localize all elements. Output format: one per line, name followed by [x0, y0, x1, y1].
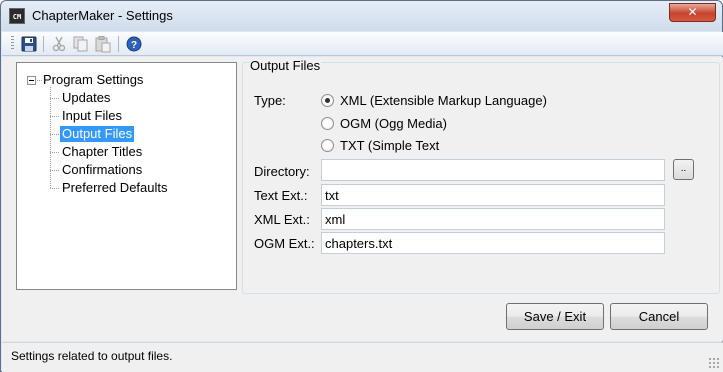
text-ext-label: Text Ext.: [254, 188, 308, 203]
app-icon: CM [9, 8, 25, 24]
status-bar: Settings related to output files. [2, 342, 723, 372]
tree-item-preferred-defaults[interactable]: Preferred Defaults [62, 180, 168, 196]
resize-grip-icon[interactable] [708, 357, 720, 369]
ogm-ext-input[interactable]: chapters.txt [321, 232, 665, 254]
toolbar-separator [43, 36, 44, 52]
tree-item-program-settings[interactable]: Program Settings [43, 72, 143, 88]
tree-item-updates[interactable]: Updates [62, 90, 110, 106]
settings-content: Program Settings Updates Input Files Out… [2, 57, 723, 341]
save-exit-button[interactable]: Save / Exit [506, 303, 604, 330]
tree-item-input-files[interactable]: Input Files [62, 108, 122, 124]
radio-xml[interactable] [321, 94, 334, 107]
paste-icon[interactable] [94, 35, 112, 53]
radio-ogm[interactable] [321, 117, 334, 130]
toolbar: ? [2, 32, 723, 56]
status-text: Settings related to output files. [11, 349, 173, 363]
directory-label: Directory: [254, 164, 310, 179]
close-button[interactable]: ✕ [669, 3, 716, 22]
tree-item-confirmations[interactable]: Confirmations [62, 162, 142, 178]
toolbar-separator [118, 36, 119, 52]
tree-item-chapter-titles[interactable]: Chapter Titles [62, 144, 142, 160]
title-bar[interactable]: CM ChapterMaker - Settings ✕ [1, 1, 722, 31]
xml-ext-input[interactable]: xml [321, 208, 665, 230]
tree-connector [50, 170, 60, 171]
directory-input[interactable] [321, 159, 665, 181]
tree-item-output-files[interactable]: Output Files [60, 126, 135, 142]
ogm-ext-label: OGM Ext.: [254, 236, 315, 251]
text-ext-input[interactable]: txt [321, 184, 665, 206]
toolbar-grip-icon[interactable] [11, 36, 14, 51]
settings-window: CM ChapterMaker - Settings ✕ ? Program S… [0, 0, 723, 372]
radio-txt[interactable] [321, 139, 334, 152]
radio-ogm-label[interactable]: OGM (Ogg Media) [340, 116, 447, 131]
window-title: ChapterMaker - Settings [32, 8, 173, 23]
svg-text:?: ? [131, 40, 137, 51]
radio-xml-label[interactable]: XML (Extensible Markup Language) [340, 93, 547, 108]
settings-tree[interactable]: Program Settings Updates Input Files Out… [16, 62, 237, 290]
output-files-group-title: Output Files [249, 58, 322, 73]
radio-txt-label[interactable]: TXT (Simple Text [340, 138, 439, 153]
cancel-button[interactable]: Cancel [610, 303, 708, 330]
tree-collapse-icon[interactable] [27, 76, 36, 85]
tree-connector [50, 188, 60, 189]
tree-connector [50, 152, 60, 153]
save-icon[interactable] [20, 35, 38, 53]
copy-icon[interactable] [72, 35, 90, 53]
tree-connector [50, 116, 60, 117]
help-icon[interactable]: ? [125, 35, 143, 53]
tree-connector [50, 98, 60, 99]
xml-ext-label: XML Ext.: [254, 212, 310, 227]
tree-connector [50, 134, 60, 135]
browse-directory-button[interactable]: .. [673, 159, 694, 180]
cut-icon[interactable] [50, 35, 68, 53]
tree-connector [50, 87, 51, 189]
type-label: Type: [254, 93, 286, 108]
